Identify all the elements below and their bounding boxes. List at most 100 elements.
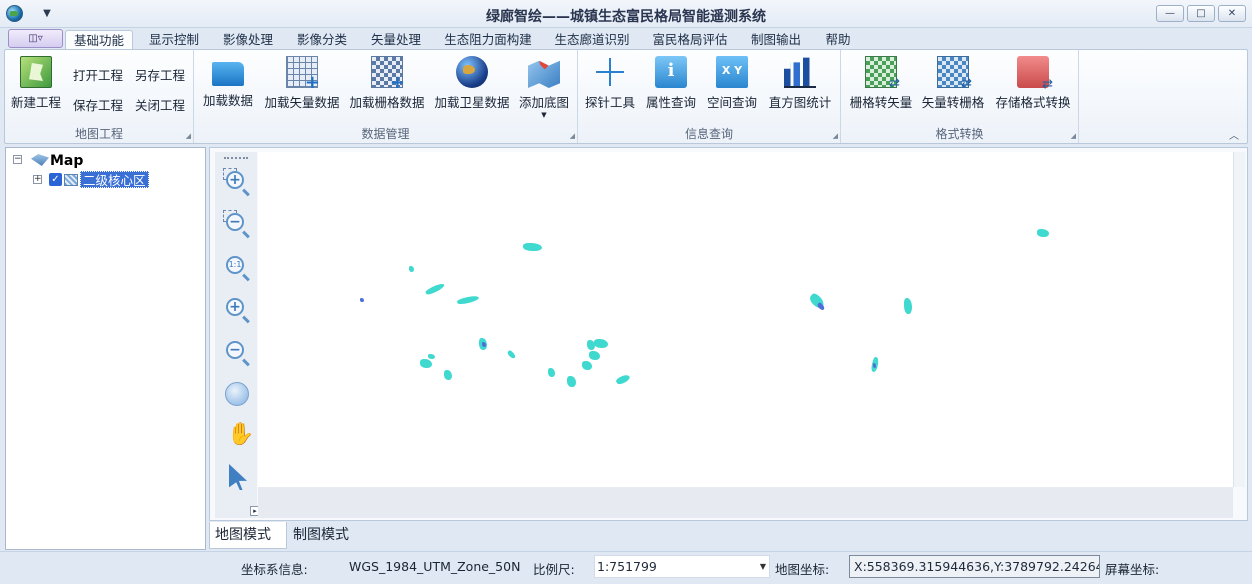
map-coord-value: X:558369.315944636,Y:3789792.24264912 [849,555,1100,578]
full-extent-tool[interactable]: 1:1 [223,253,251,281]
map-vertical-scroll[interactable] [1233,152,1245,487]
add-basemap-button[interactable]: 添加底图 ▼ [518,56,570,119]
title-bar: ▼ 绿廊智绘——城镇生态富民格局智能遥测系统 — □ ✕ [0,0,1252,28]
zoom-out-box-tool[interactable]: − [223,210,251,238]
zoom-out-box-icon: − [226,213,244,231]
collapse-ribbon-icon[interactable]: ︿ [1229,127,1239,142]
group-label-data-management: 数据管理 [361,127,410,141]
save-as-project-button[interactable]: 另存工程 [135,65,185,84]
histogram-icon [784,57,816,88]
folder-icon [212,62,244,86]
close-button[interactable]: ✕ [1218,5,1246,22]
window-title: 绿廊智绘——城镇生态富民格局智能遥测系统 [486,9,766,25]
vector-to-raster-label: 矢量转栅格 [921,95,985,110]
map-feature [360,298,364,302]
map-coord-label: 地图坐标: [775,562,830,577]
tree-expand-icon[interactable]: + [33,175,42,184]
tab-display-control[interactable]: 显示控制 [140,30,208,50]
zoom-in-box-tool[interactable]: + [223,168,251,196]
pan-hand-icon: ✋ [227,422,255,447]
status-bar: 坐标系信息: WGS_1984_UTM_Zone_50N 比例尺: 1:7517… [0,551,1252,581]
maximize-button[interactable]: □ [1187,5,1215,22]
map-feature [428,354,435,359]
scale-select[interactable]: 1:751799 ▼ [594,555,770,578]
select-cursor-icon [229,464,247,490]
group-launcher-icon[interactable]: ◢ [833,132,838,140]
map-horizontal-scroll[interactable] [258,487,1233,518]
load-satellite-data-label: 加载卫星数据 [434,95,510,110]
tab-corridor-identification[interactable]: 生态廊道识别 [547,30,637,50]
load-raster-data-button[interactable]: 加载栅格数据 [349,56,425,111]
attribute-query-button[interactable]: 属性查询 [645,56,697,111]
ribbon-tabs: ◫▿ 基础功能 显示控制 影像处理 影像分类 矢量处理 生态阻力面构建 生态廊道… [0,28,1252,50]
probe-tool-button[interactable]: 探针工具 [584,56,636,111]
minimize-button[interactable]: — [1156,5,1184,22]
probe-tool-label: 探针工具 [584,95,635,110]
tab-image-classification[interactable]: 影像分类 [288,30,356,50]
close-project-button[interactable]: 关闭工程 [135,95,185,114]
satellite-globe-icon [456,56,488,88]
group-launcher-icon[interactable]: ◢ [186,132,191,140]
tab-vector-processing[interactable]: 矢量处理 [362,30,430,50]
crs-value: WGS_1984_UTM_Zone_50N [349,559,521,574]
crs-label: 坐标系信息: [241,562,308,577]
map-canvas[interactable] [258,152,1233,487]
tab-resistance-surface[interactable]: 生态阻力面构建 [437,30,539,50]
app-menu-button[interactable]: ◫▿ [8,29,63,48]
zoom-in-box-icon: + [226,171,244,189]
tab-help[interactable]: 帮助 [817,30,859,50]
basemap-dropdown-icon[interactable]: ▼ [518,111,570,119]
tab-pattern-assessment[interactable]: 富民格局评估 [645,30,735,50]
crosshair-icon [594,56,626,88]
pan-tool[interactable]: ✋ [223,420,255,448]
tree-root-map[interactable]: Map [50,153,83,169]
map-feature [1037,229,1049,237]
histogram-stats-button[interactable]: 直方图统计 [768,56,832,111]
tree-collapse-icon[interactable]: − [13,155,22,164]
tab-layout-mode[interactable]: 制图模式 [288,522,366,549]
group-launcher-icon[interactable]: ◢ [570,132,575,140]
storage-convert-icon [1017,56,1053,92]
tab-map-output[interactable]: 制图输出 [743,30,809,50]
spatial-query-button[interactable]: 空间查询 [706,56,758,111]
globe-icon [225,382,249,406]
tab-image-processing[interactable]: 影像处理 [214,30,282,50]
map-toolstrip: + − 1:1 + − ✋ ▸ [215,152,260,518]
storage-format-convert-button[interactable]: 存储格式转换 [995,56,1071,111]
group-format-conversion: 栅格转矢量 矢量转栅格 存储格式转换 格式转换 ◢ [841,50,1079,143]
save-project-button[interactable]: 保存工程 [73,95,123,114]
open-project-button[interactable]: 打开工程 [73,65,123,84]
vector-to-raster-button[interactable]: 矢量转栅格 [921,56,985,111]
basemap-icon [528,60,560,88]
group-info-query: 探针工具 属性查询 空间查询 直方图统计 信息查询 ◢ [578,50,841,143]
group-launcher-icon[interactable]: ◢ [1071,132,1076,140]
globe-tool[interactable] [223,380,251,408]
toolstrip-grip[interactable] [224,157,248,159]
layer-tree-panel: − Map + ✓ 二级核心区 [5,147,206,550]
group-data-management: 加载数据 加载矢量数据 加载栅格数据 加载卫星数据 添加底图 ▼ 数据管理 ◢ [194,50,578,143]
raster-to-vector-button[interactable]: 栅格转矢量 [849,56,913,111]
zoom-out-tool[interactable]: − [223,338,251,366]
window-controls: — □ ✕ [1156,5,1246,22]
map-feature [523,243,542,251]
load-data-button[interactable]: 加载数据 [202,56,254,109]
vector-grid-icon [286,56,320,93]
chevron-down-icon[interactable]: ▼ [760,556,766,577]
layer-visibility-checkbox[interactable]: ✓ [49,173,62,186]
map-feature [594,339,608,348]
raster-to-vector-label: 栅格转矢量 [849,95,913,110]
map-feature [506,349,517,360]
new-project-button[interactable]: 新建工程 [11,56,61,111]
zoom-in-tool[interactable]: + [223,295,251,323]
screen-coord-label: 屏幕坐标: [1105,562,1160,577]
tab-map-mode[interactable]: 地图模式 [209,522,287,549]
load-vector-data-label: 加载矢量数据 [264,95,340,110]
vector-to-raster-icon [937,56,972,91]
info-icon [655,56,687,88]
tree-layer-item[interactable]: 二级核心区 [80,171,149,188]
raster-to-vector-icon [865,56,900,91]
load-satellite-data-button[interactable]: 加载卫星数据 [434,56,510,111]
tab-basic-functions[interactable]: 基础功能 [65,30,133,50]
select-tool[interactable] [223,464,251,492]
load-vector-data-button[interactable]: 加载矢量数据 [264,56,340,111]
